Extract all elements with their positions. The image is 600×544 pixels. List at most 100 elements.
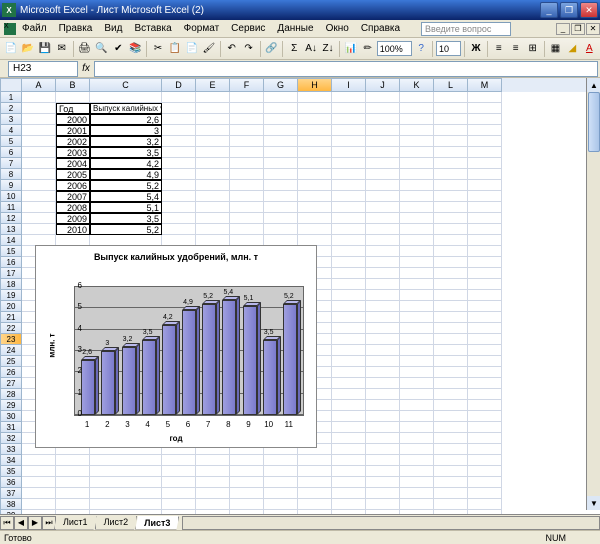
column-header[interactable]: K — [400, 78, 434, 92]
cell[interactable] — [366, 224, 400, 235]
cell[interactable] — [434, 290, 468, 301]
menu-view[interactable]: Вид — [98, 21, 128, 36]
menu-data[interactable]: Данные — [271, 21, 319, 36]
cell[interactable] — [298, 158, 332, 169]
cell[interactable] — [230, 136, 264, 147]
cell[interactable] — [366, 422, 400, 433]
cell[interactable] — [332, 422, 366, 433]
row-header[interactable]: 11 — [0, 202, 22, 213]
cell[interactable] — [332, 389, 366, 400]
cell[interactable] — [400, 169, 434, 180]
sheet-tab-1[interactable]: Лист1 — [54, 516, 97, 530]
cell[interactable] — [332, 213, 366, 224]
cell[interactable] — [400, 235, 434, 246]
cell[interactable] — [434, 312, 468, 323]
cell[interactable] — [468, 323, 502, 334]
cell[interactable] — [230, 213, 264, 224]
cell[interactable] — [468, 92, 502, 103]
cell[interactable] — [468, 268, 502, 279]
cell[interactable] — [468, 279, 502, 290]
cell[interactable] — [230, 92, 264, 103]
cell[interactable] — [298, 477, 332, 488]
column-header[interactable]: L — [434, 78, 468, 92]
undo-icon[interactable]: ↶ — [224, 40, 240, 58]
row-header[interactable]: 38 — [0, 499, 22, 510]
cell[interactable] — [468, 433, 502, 444]
cell[interactable] — [22, 466, 56, 477]
vertical-scrollbar[interactable]: ▲ ▼ — [586, 78, 600, 510]
cell[interactable] — [400, 136, 434, 147]
cell[interactable] — [400, 455, 434, 466]
cell[interactable]: 2004 — [56, 158, 90, 169]
align-left-icon[interactable]: ≡ — [491, 40, 507, 58]
cell[interactable] — [264, 92, 298, 103]
cell[interactable] — [162, 125, 196, 136]
cell[interactable] — [468, 246, 502, 257]
column-header[interactable]: B — [56, 78, 90, 92]
cell[interactable] — [468, 389, 502, 400]
cell[interactable] — [366, 378, 400, 389]
cell[interactable] — [196, 147, 230, 158]
cell[interactable] — [196, 180, 230, 191]
cell[interactable] — [196, 224, 230, 235]
cell[interactable] — [332, 246, 366, 257]
row-header[interactable]: 31 — [0, 422, 22, 433]
cell[interactable] — [332, 268, 366, 279]
cell[interactable]: 4,9 — [90, 169, 162, 180]
cell[interactable] — [366, 411, 400, 422]
cell[interactable]: 2006 — [56, 180, 90, 191]
cell[interactable] — [400, 191, 434, 202]
cell[interactable] — [434, 202, 468, 213]
cell[interactable]: 2002 — [56, 136, 90, 147]
menu-insert[interactable]: Вставка — [128, 21, 177, 36]
cell[interactable]: 5,2 — [90, 224, 162, 235]
cell[interactable] — [434, 444, 468, 455]
cell[interactable] — [400, 301, 434, 312]
menu-format[interactable]: Формат — [178, 21, 226, 36]
cell[interactable] — [400, 268, 434, 279]
cell[interactable] — [332, 191, 366, 202]
cell[interactable] — [400, 389, 434, 400]
paste-icon[interactable]: 📄 — [184, 40, 200, 58]
cell[interactable] — [434, 400, 468, 411]
column-header[interactable]: I — [332, 78, 366, 92]
cell[interactable] — [468, 147, 502, 158]
cell[interactable] — [434, 268, 468, 279]
cell[interactable] — [332, 444, 366, 455]
cell[interactable] — [366, 103, 400, 114]
cell[interactable] — [366, 92, 400, 103]
borders-icon[interactable]: ▦ — [547, 40, 563, 58]
cell[interactable] — [162, 136, 196, 147]
cell[interactable] — [332, 411, 366, 422]
cell[interactable] — [400, 224, 434, 235]
cell[interactable] — [468, 136, 502, 147]
row-header[interactable]: 30 — [0, 411, 22, 422]
tab-next-button[interactable]: ▶ — [28, 516, 42, 530]
cell[interactable] — [230, 488, 264, 499]
cell[interactable] — [22, 169, 56, 180]
row-header[interactable]: 26 — [0, 367, 22, 378]
cell[interactable] — [162, 103, 196, 114]
row-header[interactable]: 1 — [0, 92, 22, 103]
cell[interactable] — [162, 488, 196, 499]
cell[interactable] — [22, 158, 56, 169]
cell[interactable] — [162, 169, 196, 180]
cell[interactable] — [22, 136, 56, 147]
formula-bar[interactable] — [94, 61, 598, 77]
cell[interactable] — [366, 246, 400, 257]
cell[interactable] — [400, 312, 434, 323]
cell[interactable] — [434, 433, 468, 444]
cell[interactable]: 2007 — [56, 191, 90, 202]
cell[interactable] — [400, 378, 434, 389]
row-header[interactable]: 17 — [0, 268, 22, 279]
cell[interactable] — [366, 389, 400, 400]
cell[interactable] — [366, 114, 400, 125]
cell[interactable] — [332, 279, 366, 290]
cell[interactable] — [468, 213, 502, 224]
scroll-thumb[interactable] — [588, 92, 600, 152]
cell[interactable] — [196, 191, 230, 202]
worksheet-grid[interactable]: ABCDEFGHIJKLM 12345678910111213141516171… — [0, 78, 600, 524]
cell[interactable] — [332, 323, 366, 334]
cell[interactable] — [298, 213, 332, 224]
column-header[interactable]: C — [90, 78, 162, 92]
